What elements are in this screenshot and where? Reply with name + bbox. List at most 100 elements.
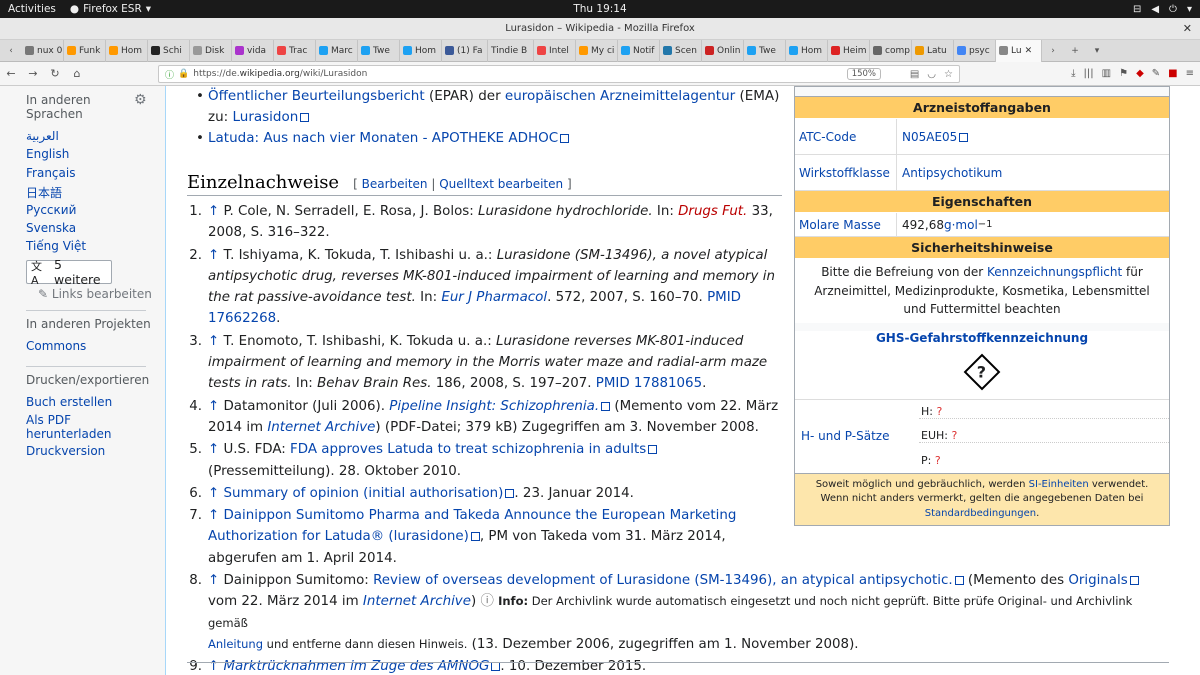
tab[interactable]: comp (870, 39, 912, 62)
forward-icon[interactable]: → (22, 67, 44, 80)
lurasidon-link[interactable]: Lurasidon (232, 109, 310, 125)
backlink-arrow[interactable]: ↑ (208, 248, 219, 263)
edit-section-link[interactable]: Bearbeiten (362, 177, 428, 191)
firefox-app-menu[interactable]: ● Firefox ESR ▾ (70, 3, 151, 15)
download-pdf-link[interactable]: Als PDF herunterladen (26, 413, 126, 441)
reload-icon[interactable]: ↻ (44, 67, 66, 80)
backlink-arrow[interactable]: ↑ (208, 573, 219, 588)
originals-link[interactable]: Originals (1068, 573, 1139, 588)
close-window-icon[interactable]: ✕ (1183, 18, 1192, 40)
molar-mass-label[interactable]: Molare Masse (795, 213, 897, 236)
scroll-tabs-right-icon[interactable]: › (1042, 46, 1064, 56)
euh-unknown-link[interactable]: ? (951, 429, 957, 442)
tab[interactable]: Twe (358, 39, 400, 62)
red-link[interactable]: Drugs Fut. (678, 204, 747, 219)
more-languages-button[interactable]: 文A 5 weitere (26, 257, 112, 287)
tab[interactable]: psyc (954, 39, 996, 62)
sidebar-icon[interactable]: ▥ (1102, 68, 1111, 79)
drug-class-label[interactable]: Wirkstoffklasse (795, 155, 897, 190)
tab[interactable]: Scen (660, 39, 702, 62)
tab[interactable]: Twe (744, 39, 786, 62)
bookmark-star-icon[interactable]: ☆ (944, 69, 953, 80)
epar-link[interactable]: Öffentlicher Beurteilungsbericht (208, 88, 425, 104)
tab[interactable]: vida (232, 39, 274, 62)
tab[interactable]: Disk (190, 39, 232, 62)
lang-link[interactable]: English (26, 147, 69, 161)
edit-source-link[interactable]: Quelltext bearbeiten (439, 177, 563, 191)
close-tab-icon[interactable]: ✕ (1025, 46, 1033, 56)
lang-link[interactable]: العربية (26, 129, 59, 143)
print-version-link[interactable]: Druckversion (26, 444, 105, 458)
backlink-arrow[interactable]: ↑ (208, 334, 219, 349)
ghs-link[interactable]: GHS-Gefahrstoffkennzeichnung (795, 331, 1169, 345)
backlink-arrow[interactable]: ↑ (208, 442, 219, 457)
lang-link[interactable]: Svenska (26, 221, 76, 235)
ublock-icon[interactable]: ◆ (1136, 68, 1144, 79)
backlink-arrow[interactable]: ↑ (208, 204, 219, 219)
apotheke-adhoc-link[interactable]: Latuda: Aus nach vier Monaten - APOTHEKE… (208, 130, 570, 146)
external-link[interactable]: Pipeline Insight: Schizophrenia. (389, 399, 611, 414)
extension-icon[interactable]: ⚑ (1119, 68, 1128, 79)
pmid-link[interactable]: PMID 17881065 (596, 376, 702, 391)
lang-link[interactable]: Tiếng Việt (26, 239, 86, 253)
home-icon[interactable]: ⌂ (66, 67, 88, 80)
p-unknown-link[interactable]: ? (935, 454, 941, 467)
menu-icon[interactable]: ≡ (1186, 68, 1194, 79)
hp-statements-label[interactable]: H- und P-Sätze (795, 400, 919, 473)
tab[interactable]: Schi (148, 39, 190, 62)
standard-conditions-link[interactable]: Standardbedingungen (925, 508, 1036, 519)
reader-view-icon[interactable]: ▤ (910, 69, 919, 80)
commons-link[interactable]: Commons (26, 339, 86, 353)
tab-active[interactable]: Lu ✕ (996, 39, 1042, 62)
download-icon[interactable]: ⤓ (1071, 68, 1075, 79)
lang-link[interactable]: 日本語 (26, 184, 62, 201)
system-tray[interactable]: ⊟ ◀ ⏻ ▾ (1133, 4, 1192, 15)
internet-archive-link[interactable]: Internet Archive (363, 594, 471, 609)
drug-class-link[interactable]: Antipsychotikum (902, 166, 1002, 180)
url-bar[interactable]: ⓘ 🔒 https://de. wikipedia.org/wiki/Lurasi… (158, 65, 960, 83)
extension-icon[interactable]: ■ (1168, 68, 1177, 79)
scroll-tabs-left-icon[interactable]: ‹ (0, 46, 22, 56)
info-icon[interactable]: ⓘ (165, 68, 174, 81)
library-icon[interactable]: ||| (1084, 68, 1094, 79)
journal-link[interactable]: Eur J Pharmacol (441, 290, 547, 305)
anleitung-link[interactable]: Anleitung (208, 637, 263, 651)
tab[interactable]: Tindie B (488, 39, 534, 62)
tab[interactable]: Notif (618, 39, 660, 62)
new-tab-icon[interactable]: + (1064, 46, 1086, 56)
tab[interactable]: Marc (316, 39, 358, 62)
tab[interactable]: My ci (576, 39, 618, 62)
extension-icon[interactable]: ✎ (1152, 68, 1160, 79)
external-link[interactable]: Review of overseas development of Lurasi… (373, 573, 964, 588)
back-icon[interactable]: ← (0, 67, 22, 80)
lang-link[interactable]: Русский (26, 203, 76, 217)
h-unknown-link[interactable]: ? (936, 405, 942, 418)
tab[interactable]: Hom (786, 39, 828, 62)
tab[interactable]: nux 0. (22, 39, 64, 62)
external-link[interactable]: Summary of opinion (initial authorisatio… (224, 486, 515, 501)
internet-archive-link[interactable]: Internet Archive (267, 420, 375, 435)
backlink-arrow[interactable]: ↑ (208, 399, 219, 414)
tab[interactable]: Onlin (702, 39, 744, 62)
edit-links[interactable]: ✎ Links bearbeiten (38, 287, 152, 301)
tab[interactable]: Hom (106, 39, 148, 62)
pocket-icon[interactable]: ◡ (927, 69, 936, 80)
zoom-level[interactable]: 150% (846, 68, 881, 80)
lang-link[interactable]: Français (26, 166, 75, 180)
tab[interactable]: Trac (274, 39, 316, 62)
si-units-link[interactable]: SI-Einheiten (1029, 479, 1089, 490)
tab[interactable]: Hom (400, 39, 442, 62)
tab[interactable]: Latu (912, 39, 954, 62)
external-link[interactable]: FDA approves Latuda to treat schizophren… (290, 442, 658, 457)
tab[interactable]: Intel (534, 39, 576, 62)
tab[interactable]: Heim (828, 39, 870, 62)
backlink-arrow[interactable]: ↑ (208, 486, 219, 501)
activities-button[interactable]: Activities (8, 3, 56, 15)
backlink-arrow[interactable]: ↑ (208, 508, 219, 523)
atc-code-link[interactable]: N05AE05 (902, 130, 969, 144)
create-book-link[interactable]: Buch erstellen (26, 395, 112, 409)
unit-link[interactable]: g·mol (944, 218, 978, 232)
atc-code-label[interactable]: ATC-Code (795, 119, 897, 154)
tab-list-icon[interactable]: ▾ (1086, 46, 1108, 56)
gear-icon[interactable]: ⚙ (134, 92, 147, 108)
